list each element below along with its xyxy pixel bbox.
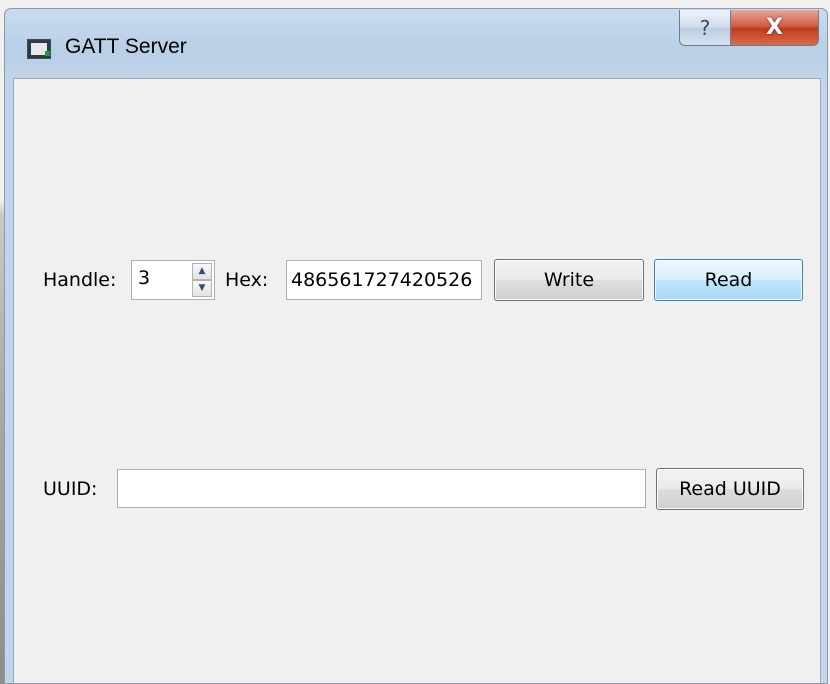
read-button[interactable]: Read: [654, 259, 803, 301]
hex-label: Hex:: [225, 269, 269, 291]
uuid-input[interactable]: [117, 469, 646, 508]
app-window-icon: [27, 39, 51, 59]
hex-input[interactable]: [286, 260, 482, 300]
write-button-label: Write: [543, 269, 595, 291]
spin-arrows: ▲ ▼: [192, 263, 212, 297]
help-icon: ?: [699, 15, 711, 40]
handle-spinbox[interactable]: 3 ▲ ▼: [131, 260, 215, 300]
window-title: GATT Server: [65, 35, 187, 58]
write-button[interactable]: Write: [494, 259, 644, 301]
spin-down-button[interactable]: ▼: [192, 280, 212, 297]
title-bar[interactable]: GATT Server ? X: [5, 9, 827, 77]
spin-up-button[interactable]: ▲: [192, 263, 212, 280]
read-uuid-button[interactable]: Read UUID: [656, 468, 804, 510]
help-button[interactable]: ?: [679, 10, 731, 46]
read-uuid-button-label: Read UUID: [679, 478, 781, 500]
chevron-up-icon: ▲: [198, 266, 206, 276]
handle-label: Handle:: [43, 269, 117, 291]
gatt-server-window: GATT Server ? X Handle: 3 ▲ ▼ Hex: Write: [4, 8, 828, 684]
handle-value: 3: [138, 267, 151, 289]
close-button[interactable]: X: [730, 10, 819, 46]
uuid-label: UUID:: [43, 478, 98, 500]
read-button-label: Read: [704, 269, 753, 291]
chevron-down-icon: ▼: [198, 283, 206, 293]
close-icon: X: [766, 15, 783, 40]
client-area: Handle: 3 ▲ ▼ Hex: Write Read UUID: Read…: [13, 78, 821, 683]
